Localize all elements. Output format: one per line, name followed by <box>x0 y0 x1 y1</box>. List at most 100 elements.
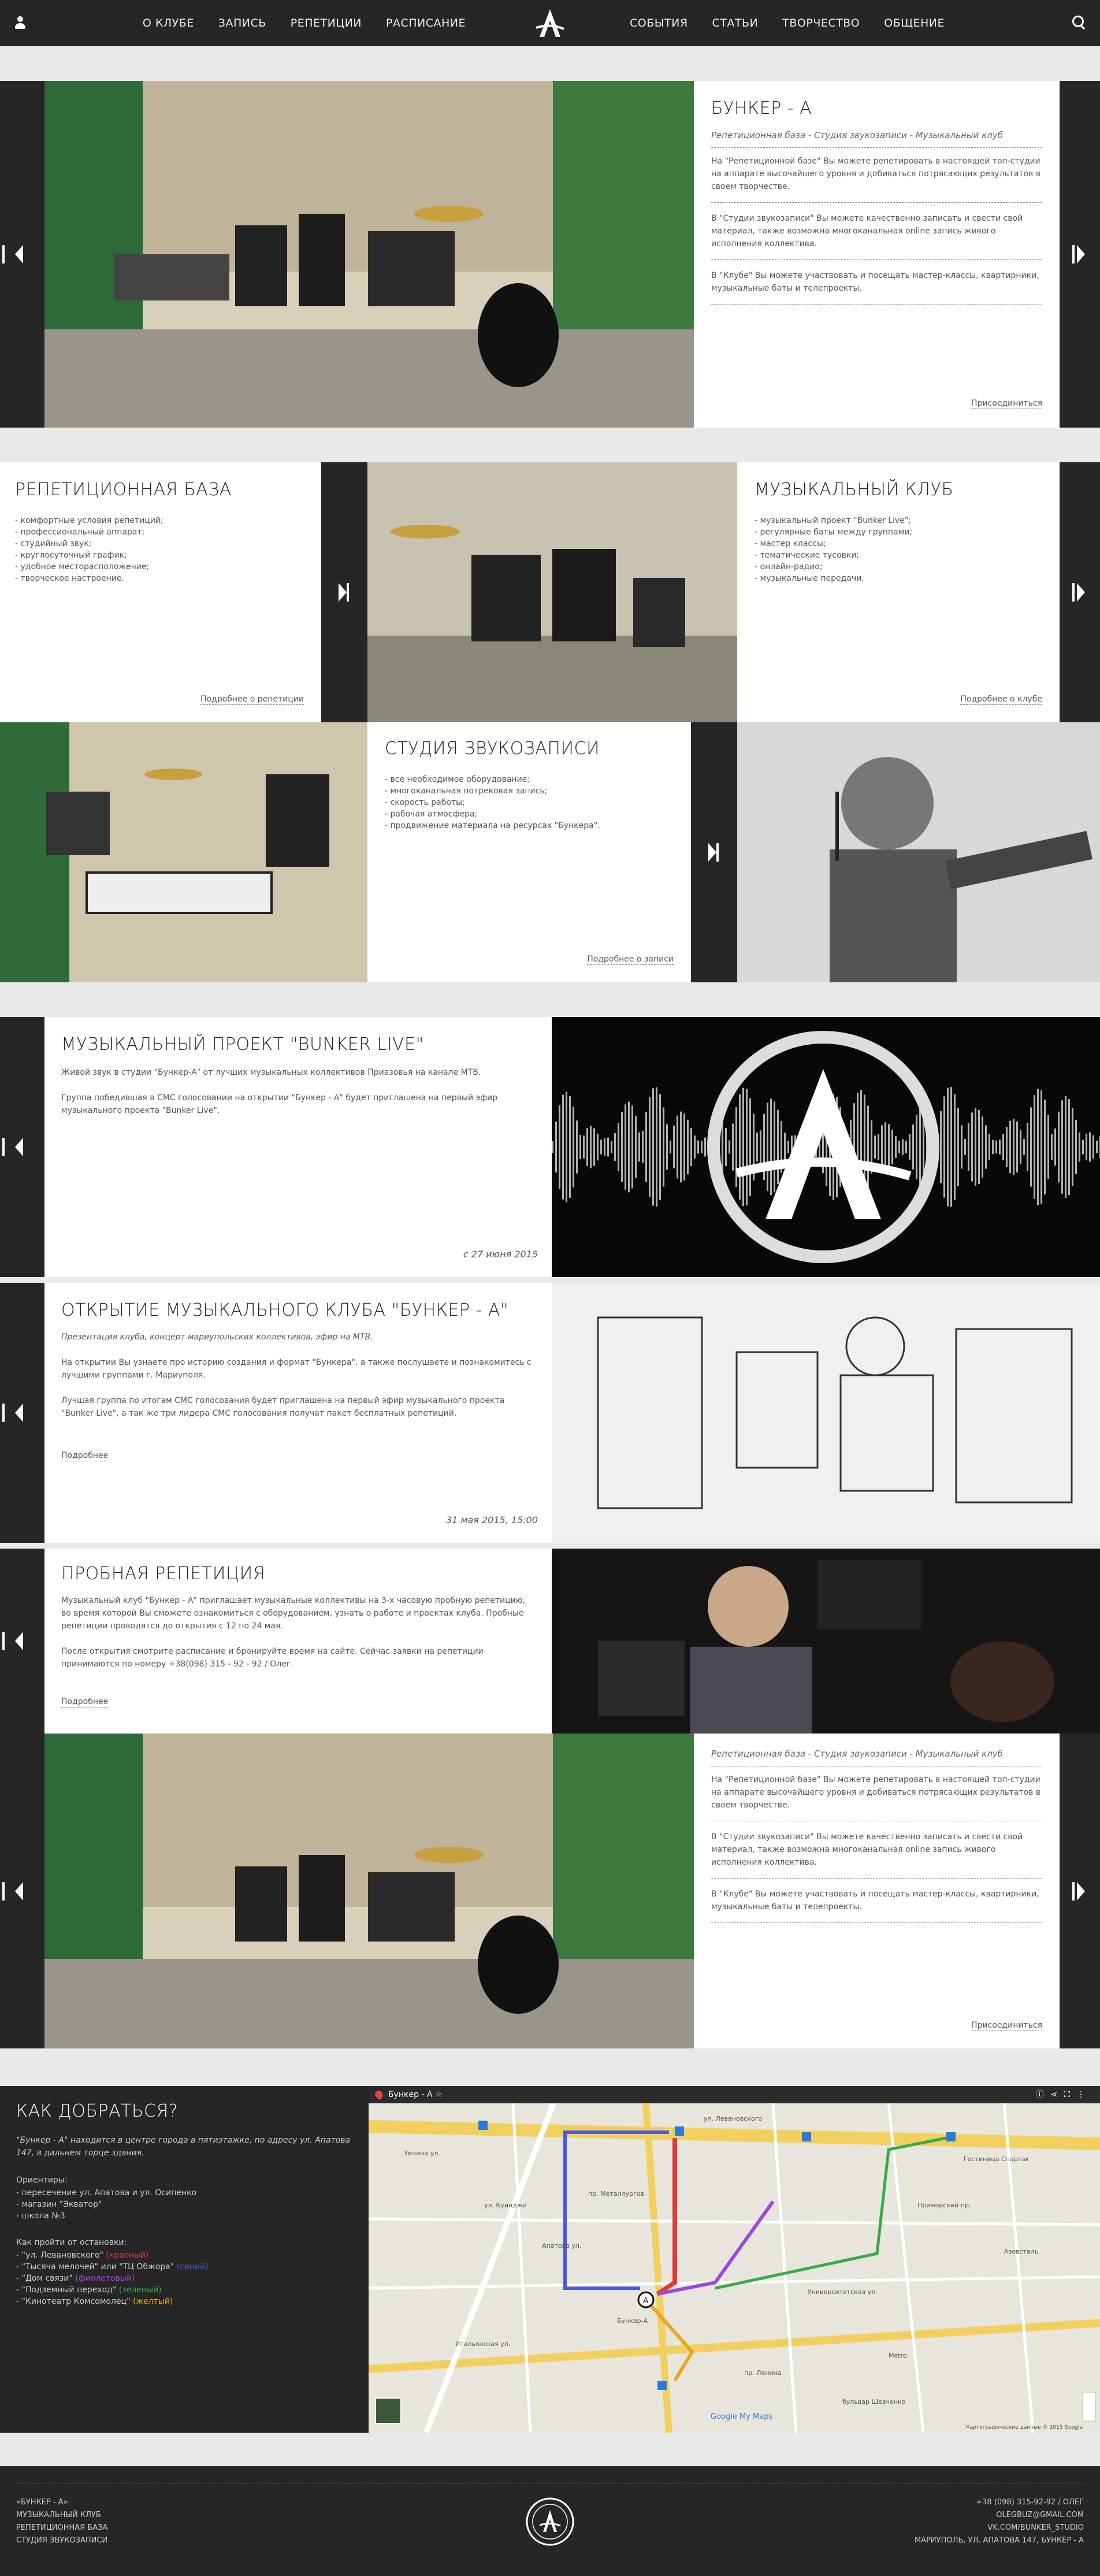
hero-title: БУНКЕР - А <box>711 98 812 118</box>
features-grid: РЕПЕТИЦИОННАЯ БАЗА - комфортные условия … <box>0 462 1100 982</box>
studio-photo <box>0 722 367 982</box>
nav-item-rehearsal[interactable]: РЕПЕТИЦИИ <box>291 17 362 29</box>
hero-text-1: На "Репетиционной базе" Вы можете репети… <box>711 157 1041 191</box>
club-title: МУЗЫКАЛЬНЫЙ КЛУБ <box>755 480 954 500</box>
hero-2-text: Репетиционная база - Студия звукозаписи … <box>694 1734 1060 2048</box>
nav-item-articles[interactable]: СТАТЬИ <box>712 17 759 29</box>
singer-photo <box>737 722 1100 982</box>
footer-contacts: +38 (098) 315-92-92 / ОЛЕГ OLEGBUZ@GMAIL.… <box>914 2498 1084 2545</box>
news-1-date: с 27 июня 2015 <box>463 1249 538 1260</box>
map-label: ул. Куинджи <box>484 2202 527 2209</box>
hero-2-subtitle: Репетиционная база - Студия звукозаписи … <box>711 1749 1003 1759</box>
footer: «БУНКЕР - А» МУЗЫКАЛЬНЫЙ КЛУБ РЕПЕТИЦИОННА… <box>0 2466 1100 2576</box>
map-label: Зюзина ул. <box>403 2150 440 2157</box>
news-1-arrow[interactable] <box>0 1017 44 1277</box>
nav-left: О КЛУБЕ ЗАПИСЬ РЕПЕТИЦИИ РАСПИСАНИЕ <box>143 0 466 46</box>
rehearsal-list: - комфортные условия репетиций; - професс… <box>15 516 163 583</box>
join-link-2[interactable]: Присоединиться <box>971 2020 1042 2031</box>
studio-more-link[interactable]: Подробнее о записи <box>587 954 674 965</box>
nav-item-events[interactable]: СОБЫТИЯ <box>630 17 688 29</box>
next-arrow-icon <box>1072 583 1085 602</box>
map-copyright: Картографические данные © 2015 Google <box>966 2425 1083 2430</box>
svg-text:A: A <box>643 2296 649 2306</box>
nav-item-about[interactable]: О КЛУБЕ <box>143 17 194 29</box>
news-3-more-link[interactable]: Подробнее <box>61 1697 109 1708</box>
club-sketch-image <box>552 1283 1100 1543</box>
rehearsal-more-link[interactable]: Подробнее о репетиции <box>200 694 304 705</box>
nav-right: СОБЫТИЯ СТАТЬИ ТВОРЧЕСТВО ОБЩЕНИЕ <box>630 0 945 46</box>
news-2-more-link[interactable]: Подробнее <box>61 1450 109 1461</box>
hero-2-text-2: В "Студии звукозаписи" Вы можете качеств… <box>711 1832 1023 1867</box>
nav-item-schedule[interactable]: РАСПИСАНИЕ <box>386 17 466 29</box>
rehearsal-room-photo-2 <box>44 1734 694 2048</box>
logo[interactable] <box>533 6 567 40</box>
map-label: Апатова ул. <box>542 2242 581 2250</box>
top-header: О КЛУБЕ ЗАПИСЬ РЕПЕТИЦИИ РАСПИСАНИЕ СОБЫ… <box>0 0 1100 46</box>
studio-title: СТУДИЯ ЗВУКОЗАПИСИ <box>385 738 600 759</box>
rehearsal-room-photo <box>44 81 694 428</box>
stops-heading: Как пройти от остановки: <box>16 2238 127 2247</box>
nav-item-community[interactable]: ОБЩЕНИЕ <box>884 17 945 29</box>
stop-item: - "Кинотеатр Комсомолец" (желтый) <box>16 2297 173 2306</box>
feature-arrow-1[interactable] <box>321 462 367 722</box>
news-3-text: ПРОБНАЯ РЕПЕТИЦИЯ Музыкальный клуб "Бунк… <box>44 1549 552 1734</box>
news-2-text-2: Лучшая группа по итогам СМС голосования … <box>61 1396 505 1418</box>
news-1-text-1: Живой звук в студии "Бункер-А" от лучших… <box>61 1068 481 1077</box>
map-title: Бункер - А <box>388 2090 433 2099</box>
stops-list: - "ул. Левановского" (красный) - "Тысяча … <box>16 2250 357 2307</box>
stop-item: - "Подземный переход" (зеленый) <box>16 2285 162 2295</box>
club-more-link[interactable]: Подробнее о клубе <box>960 694 1042 705</box>
landmarks-heading: Ориентиры: <box>16 2176 68 2185</box>
next-arrow-icon <box>708 843 719 862</box>
search-icon[interactable] <box>1072 16 1086 29</box>
next-arrow-icon <box>1072 245 1085 263</box>
stop-item: - "Тысяча мелочей" или "ТЦ Обжора" (сини… <box>16 2262 209 2271</box>
map-embed[interactable]: Бункер - А ☆ ⓘ⋖⛶⋮ A Зюзина ул. Апатова ул… <box>369 2086 1100 2433</box>
hero-subtitle: Репетиционная база - Студия звукозаписи … <box>711 130 1003 140</box>
studio-block: СТУДИЯ ЗВУКОЗАПИСИ - все необходимое обо… <box>367 722 691 982</box>
prev-arrow-icon <box>2 245 23 263</box>
map-label: пр. Ленина <box>744 2369 781 2377</box>
slider-2-prev-button[interactable] <box>0 1734 44 2048</box>
join-link[interactable]: Присоединиться <box>971 398 1042 409</box>
prev-arrow-icon <box>2 1632 23 1650</box>
star-icon[interactable]: ☆ <box>435 2090 443 2099</box>
news-3-text-1: Музыкальный клуб "Бункер - А" приглашает… <box>61 1596 526 1631</box>
prev-arrow-icon <box>2 1404 23 1422</box>
news-item-1: МУЗЫКАЛЬНЫЙ ПРОЕКТ "BUNKER LIVE" Живой з… <box>0 1017 1100 1277</box>
news-3-text-2: После открытия смотрите расписание и бро… <box>61 1647 484 1669</box>
google-attribution: Google My Maps <box>711 2412 773 2421</box>
slider-next-button[interactable] <box>1060 81 1100 428</box>
news-3-arrow[interactable] <box>0 1549 44 1734</box>
map-label: Итальянская ул. <box>455 2340 510 2348</box>
map-label: Университетская ул. <box>808 2288 878 2296</box>
user-icon[interactable] <box>14 16 27 30</box>
map-controls[interactable]: ⓘ⋖⛶⋮ <box>1035 2086 1092 2103</box>
map-label: Metro <box>889 2352 907 2359</box>
news-1-text: МУЗЫКАЛЬНЫЙ ПРОЕКТ "BUNKER LIVE" Живой з… <box>44 1017 552 1277</box>
footer-logo[interactable] <box>525 2496 575 2547</box>
map-label: Азовсталь <box>1004 2248 1038 2255</box>
prev-arrow-icon <box>2 1881 23 1901</box>
next-arrow-icon <box>1072 1881 1085 1901</box>
feature-arrow-2[interactable] <box>1060 462 1100 722</box>
feature-arrow-3[interactable] <box>691 722 737 982</box>
slider-2-next-button[interactable] <box>1060 1734 1100 2048</box>
news-1-title: МУЗЫКАЛЬНЫЙ ПРОЕКТ "BUNKER LIVE" <box>61 1034 424 1055</box>
slider-prev-button[interactable] <box>0 81 44 428</box>
footer-left-links: «БУНКЕР - А» МУЗЫКАЛЬНЫЙ КЛУБ РЕПЕТИЦИОННА… <box>16 2498 108 2545</box>
stop-item: - "Дом связи" (фиолетовый) <box>16 2274 135 2283</box>
nav-item-record[interactable]: ЗАПИСЬ <box>218 17 266 29</box>
directions-intro: "Бункер - А" находится в центре города в… <box>16 2136 351 2158</box>
map-label: Приморский пр. <box>917 2202 971 2209</box>
news-2-arrow[interactable] <box>0 1283 44 1543</box>
stop-item: - "ул. Левановского" (красный) <box>16 2251 149 2260</box>
map-canvas: A Зюзина ул. Апатова ул. Итальянская ул. Бу… <box>369 2103 1100 2433</box>
nav-item-creativity[interactable]: ТВОРЧЕСТВО <box>782 17 860 29</box>
hero-text: БУНКЕР - А Репетиционная база - Студия з… <box>694 81 1060 428</box>
club-block: МУЗЫКАЛЬНЫЙ КЛУБ - музыкальный проект "B… <box>737 462 1060 722</box>
musician-photo <box>552 1549 1100 1734</box>
news-2-date: 31 мая 2015, 15:00 <box>445 1515 538 1525</box>
rehearsal-title: РЕПЕТИЦИОННАЯ БАЗА <box>15 480 232 500</box>
prev-arrow-icon <box>2 1138 23 1156</box>
